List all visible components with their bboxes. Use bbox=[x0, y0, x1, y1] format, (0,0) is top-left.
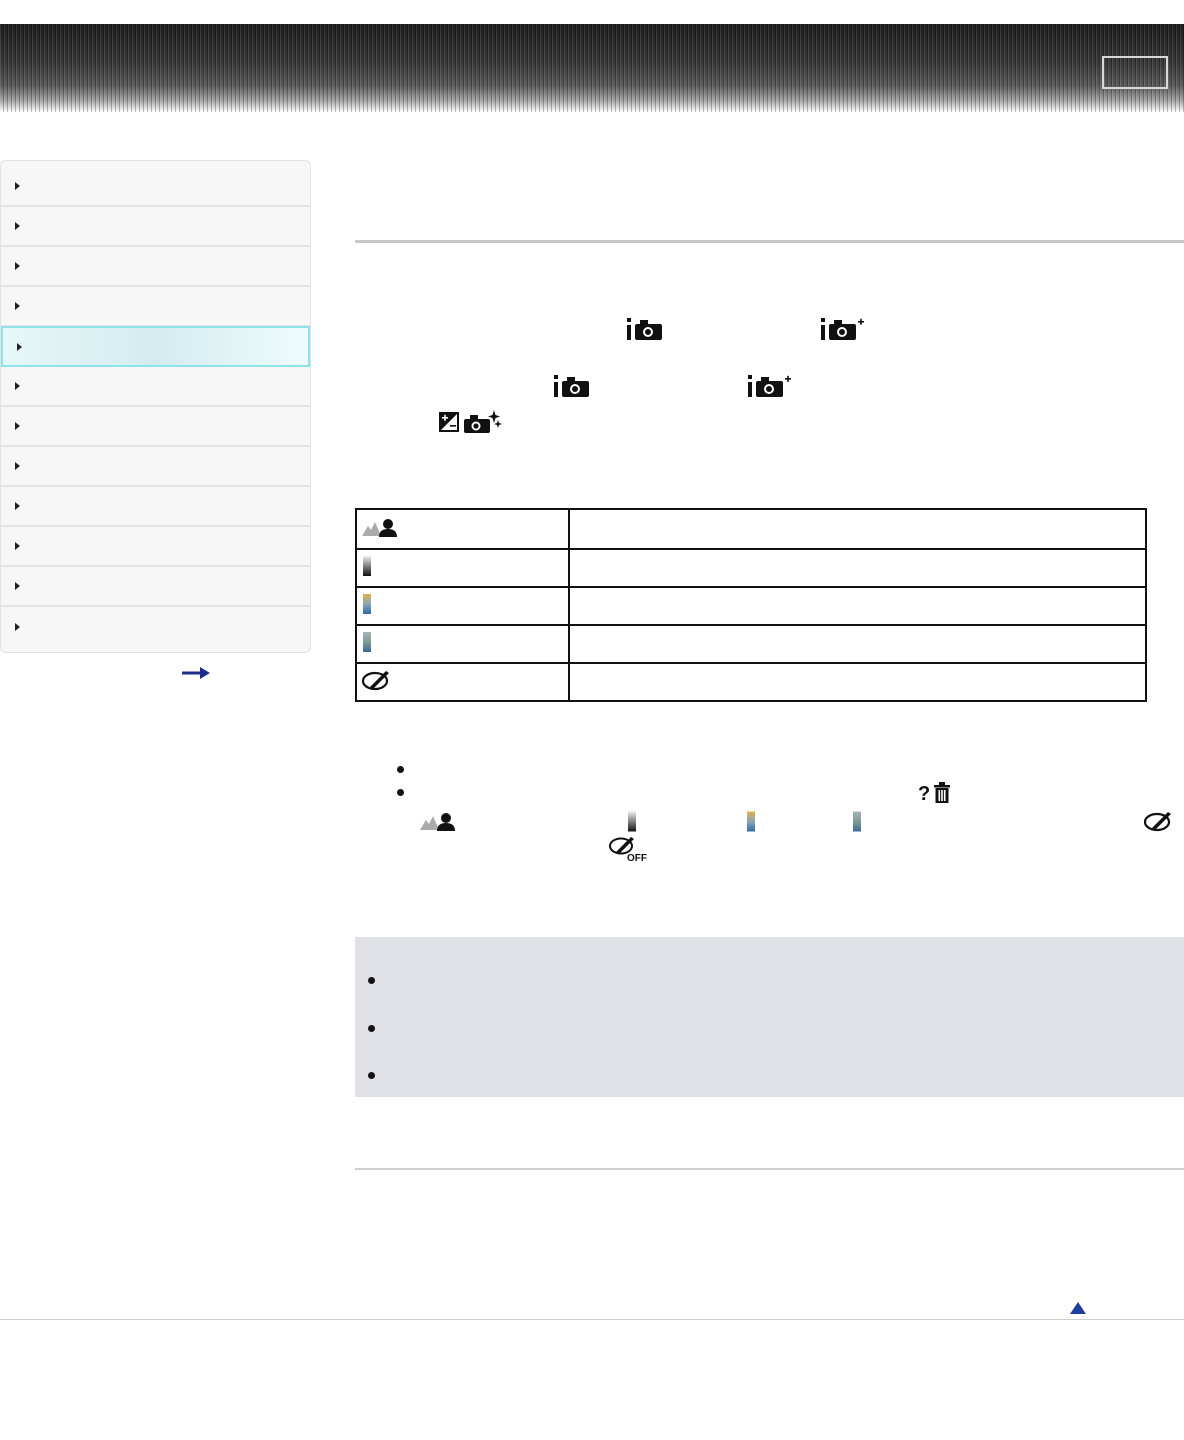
section-divider bbox=[355, 1168, 1184, 1170]
sidebar-item-4[interactable] bbox=[1, 287, 310, 327]
intelligent-auto-icon bbox=[554, 375, 589, 397]
arrow-right-icon bbox=[15, 302, 20, 310]
arrow-right-icon bbox=[15, 262, 20, 270]
superior-auto-icon bbox=[748, 375, 791, 397]
svg-text:OFF: OFF bbox=[627, 853, 647, 862]
table-row bbox=[355, 662, 1147, 702]
arrow-right-icon bbox=[15, 382, 20, 390]
sidebar-item-7[interactable] bbox=[1, 407, 310, 447]
camera-sparkle-icon bbox=[464, 410, 502, 433]
photo-retouch-icon bbox=[361, 670, 389, 690]
table-row bbox=[355, 624, 1147, 664]
header-button[interactable] bbox=[1102, 56, 1168, 89]
table-cell-text bbox=[568, 586, 1147, 626]
exposure-compensation-icon bbox=[439, 412, 459, 432]
arrow-right-icon[interactable] bbox=[182, 667, 210, 679]
table-cell-text bbox=[568, 548, 1147, 588]
arrow-right-icon bbox=[15, 502, 20, 510]
table-row bbox=[355, 508, 1147, 550]
table-cell-icon bbox=[355, 508, 570, 550]
sidebar-item-1[interactable] bbox=[1, 167, 310, 207]
footer-divider bbox=[0, 1319, 1184, 1320]
list-bullet bbox=[397, 789, 404, 796]
photo-retouch-off-icon: OFF bbox=[609, 837, 647, 862]
superior-auto-icon bbox=[821, 318, 864, 340]
table-cell-text bbox=[568, 624, 1147, 664]
sidebar-item-11[interactable] bbox=[1, 567, 310, 607]
svg-text:?: ? bbox=[918, 783, 930, 804]
sidebar-item-5-active[interactable] bbox=[1, 326, 310, 367]
portrait-landscape-icon bbox=[420, 813, 455, 831]
list-bullet bbox=[397, 766, 404, 773]
table-cell-icon bbox=[355, 548, 570, 588]
section-divider bbox=[355, 240, 1184, 243]
help-guide-page: ? OFF bbox=[0, 0, 1184, 1440]
portrait-landscape-icon bbox=[362, 518, 397, 537]
arrow-right-icon bbox=[15, 422, 20, 430]
table-row bbox=[355, 586, 1147, 626]
note-bullet bbox=[368, 1072, 375, 1079]
arrow-right-icon bbox=[15, 462, 20, 470]
table-row bbox=[355, 548, 1147, 588]
arrow-right-icon bbox=[15, 542, 20, 550]
intelligent-auto-icon bbox=[627, 318, 662, 340]
table-cell-icon bbox=[355, 662, 570, 702]
sidebar-item-9[interactable] bbox=[1, 487, 310, 527]
table-cell-icon bbox=[355, 586, 570, 626]
page-top-icon[interactable] bbox=[1070, 1302, 1086, 1314]
monochrome-gradient-icon bbox=[628, 811, 636, 832]
sidebar-item-8[interactable] bbox=[1, 447, 310, 487]
table-cell-text bbox=[568, 662, 1147, 702]
cool-color-gradient-icon bbox=[853, 811, 861, 832]
photo-retouch-icon bbox=[1144, 812, 1171, 832]
warm-color-gradient-icon bbox=[363, 593, 371, 614]
photo-creativity-table bbox=[355, 508, 1147, 702]
arrow-right-icon bbox=[15, 582, 20, 590]
sidebar-item-10[interactable] bbox=[1, 527, 310, 567]
sidebar-item-2[interactable] bbox=[1, 207, 310, 247]
monochrome-gradient-icon bbox=[363, 555, 371, 576]
sidebar-nav bbox=[0, 160, 311, 653]
note-bullet bbox=[368, 1025, 375, 1032]
cool-color-gradient-icon bbox=[363, 631, 371, 652]
table-cell-icon bbox=[355, 624, 570, 664]
arrow-right-icon bbox=[17, 342, 22, 351]
note-box bbox=[355, 937, 1184, 1097]
sidebar-item-3[interactable] bbox=[1, 247, 310, 287]
warm-color-gradient-icon bbox=[747, 811, 755, 832]
arrow-right-icon bbox=[15, 623, 20, 631]
arrow-right-icon bbox=[15, 222, 20, 230]
sidebar-item-6[interactable] bbox=[1, 367, 310, 407]
help-delete-icon: ? bbox=[918, 782, 950, 804]
arrow-right-icon bbox=[15, 182, 20, 190]
note-bullet bbox=[368, 977, 375, 984]
table-cell-text bbox=[568, 508, 1147, 550]
header-banner bbox=[0, 24, 1184, 112]
sidebar-item-12[interactable] bbox=[1, 607, 310, 647]
